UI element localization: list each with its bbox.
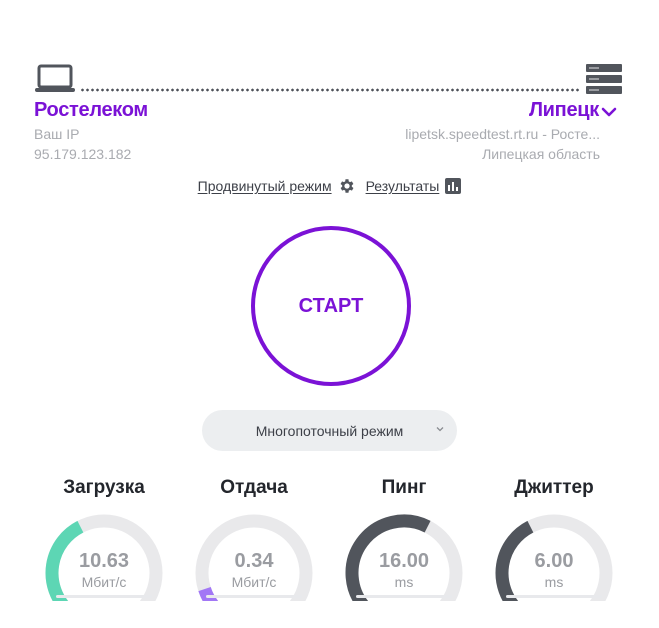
gauge-value: 6.00 xyxy=(534,550,574,572)
gauge-baseline xyxy=(56,595,152,598)
gauge-unit: Мбит/с xyxy=(81,574,127,590)
gauge-title: Пинг xyxy=(381,477,427,498)
server-icon xyxy=(586,64,622,94)
gauge-title: Загрузка xyxy=(63,477,145,498)
ip-value: 95.179.123.182 xyxy=(34,146,132,162)
mode-links: Продвинутый режим Результаты xyxy=(0,177,659,195)
advanced-mode-link[interactable]: Продвинутый режим xyxy=(198,177,356,195)
gauge-baseline xyxy=(506,595,602,598)
start-button[interactable]: СТАРТ xyxy=(251,226,411,386)
connection-line xyxy=(80,88,580,92)
gauge-value: 16.00 xyxy=(378,550,430,572)
server-region: Липецкая область xyxy=(482,146,600,162)
server-city: Липецк xyxy=(528,99,599,121)
isp-name: Ростелеком xyxy=(34,99,148,121)
laptop-icon xyxy=(35,64,75,92)
server-host: lipetsk.speedtest.rt.ru - Росте... xyxy=(405,126,600,142)
ip-label: Ваш IP xyxy=(34,126,80,142)
advanced-mode-label: Продвинутый режим xyxy=(197,178,332,194)
gauge-title: Джиттер xyxy=(514,477,594,498)
chevron-down-icon xyxy=(436,427,444,432)
gauge-value: 0.34 xyxy=(234,550,274,572)
gauge-unit: ms xyxy=(544,574,564,590)
gauge-value: 10.63 xyxy=(78,550,130,572)
server-city-selector[interactable]: Липецк xyxy=(529,99,617,122)
chevron-down-icon xyxy=(601,107,617,116)
results-link[interactable]: Результаты xyxy=(366,178,462,194)
mode-select-value: Многопоточный режим xyxy=(255,422,404,439)
gear-icon xyxy=(340,179,354,193)
gauge-baseline xyxy=(206,595,302,598)
results-label: Результаты xyxy=(365,178,440,194)
gauge-unit: Мбит/с xyxy=(231,574,277,590)
bar-chart-icon xyxy=(445,178,462,194)
mode-select[interactable]: Многопоточный режим xyxy=(202,410,457,451)
gauge-unit: ms xyxy=(394,574,414,590)
gauge-baseline xyxy=(356,595,452,598)
gauge-title: Отдача xyxy=(220,477,288,498)
